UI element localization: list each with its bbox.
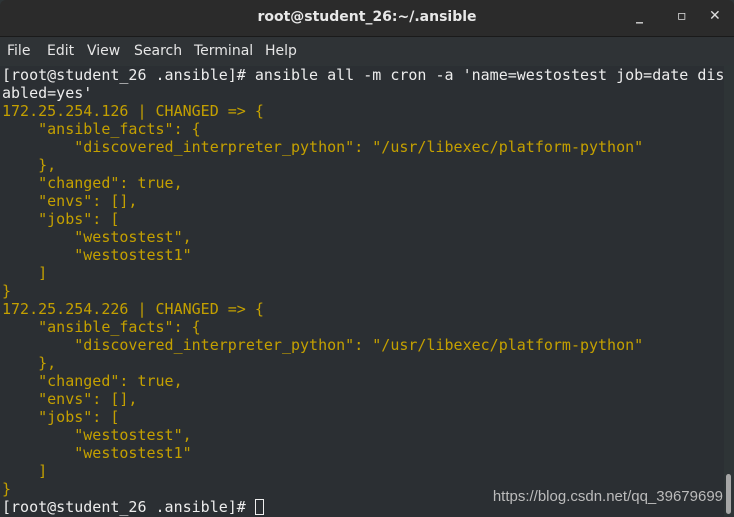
title-bar: root@student_26:~/.ansible _ ▫ ✕ (0, 0, 734, 37)
terminal-line: "envs": [], (2, 192, 138, 210)
menu-view[interactable]: View (87, 43, 120, 59)
terminal-output[interactable]: [root@student_26 .ansible]# ansible all … (0, 66, 724, 517)
terminal-line: }, (2, 156, 57, 174)
menu-bar: File Edit View Search Terminal Help (0, 37, 734, 65)
cursor (254, 499, 264, 515)
terminal-line: } (2, 282, 12, 300)
terminal-line: "changed": true, (2, 372, 183, 390)
terminal-line: "westostest1" (2, 246, 192, 264)
terminal-line: "envs": [], (2, 390, 138, 408)
terminal-line: [root@student_26 .ansible]# ansible all … (2, 66, 725, 84)
terminal-line: 172.25.254.126 | CHANGED => { (2, 102, 264, 120)
terminal-line: "ansible_facts": { (2, 318, 201, 336)
terminal-line: "westostest1" (2, 444, 192, 462)
terminal-line: "discovered_interpreter_python": "/usr/l… (2, 138, 644, 156)
terminal-line: "ansible_facts": { (2, 120, 201, 138)
terminal-line: "westostest", (2, 228, 192, 246)
terminal-line: "changed": true, (2, 174, 183, 192)
terminal-line: "westostest", (2, 426, 192, 444)
terminal-line: }, (2, 354, 57, 372)
terminal-line: "jobs": [ (2, 408, 120, 426)
menu-edit[interactable]: Edit (47, 43, 74, 59)
close-button[interactable]: ✕ (709, 8, 721, 24)
scrollbar[interactable] (726, 474, 731, 514)
terminal-line: abled=yes' (2, 84, 93, 102)
prompt: [root@student_26 .ansible]# (2, 498, 255, 516)
watermark: https://blog.csdn.net/qq_39679699 (492, 488, 723, 505)
menu-terminal[interactable]: Terminal (194, 43, 253, 59)
maximize-button[interactable]: ▫ (677, 8, 687, 24)
terminal-line: ] (2, 462, 48, 480)
menu-search[interactable]: Search (134, 43, 182, 59)
terminal-line: ] (2, 264, 48, 282)
window-title: root@student_26:~/.ansible (257, 9, 477, 25)
minimize-button[interactable]: _ (636, 8, 643, 24)
menu-file[interactable]: File (7, 43, 30, 59)
terminal-line: "discovered_interpreter_python": "/usr/l… (2, 336, 644, 354)
menu-help[interactable]: Help (265, 43, 297, 59)
terminal-line: 172.25.254.226 | CHANGED => { (2, 300, 264, 318)
terminal-line: "jobs": [ (2, 210, 120, 228)
